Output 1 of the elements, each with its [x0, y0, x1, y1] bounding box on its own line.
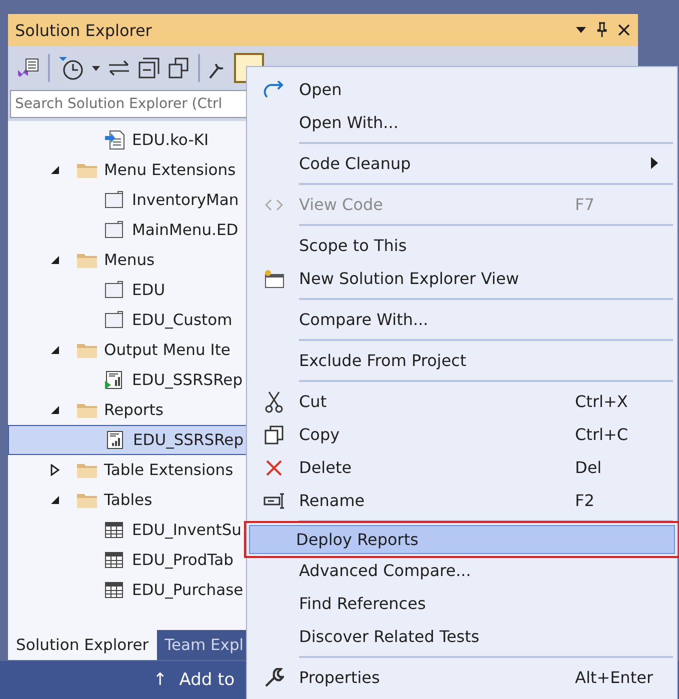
panel-title: Solution Explorer	[15, 20, 153, 40]
